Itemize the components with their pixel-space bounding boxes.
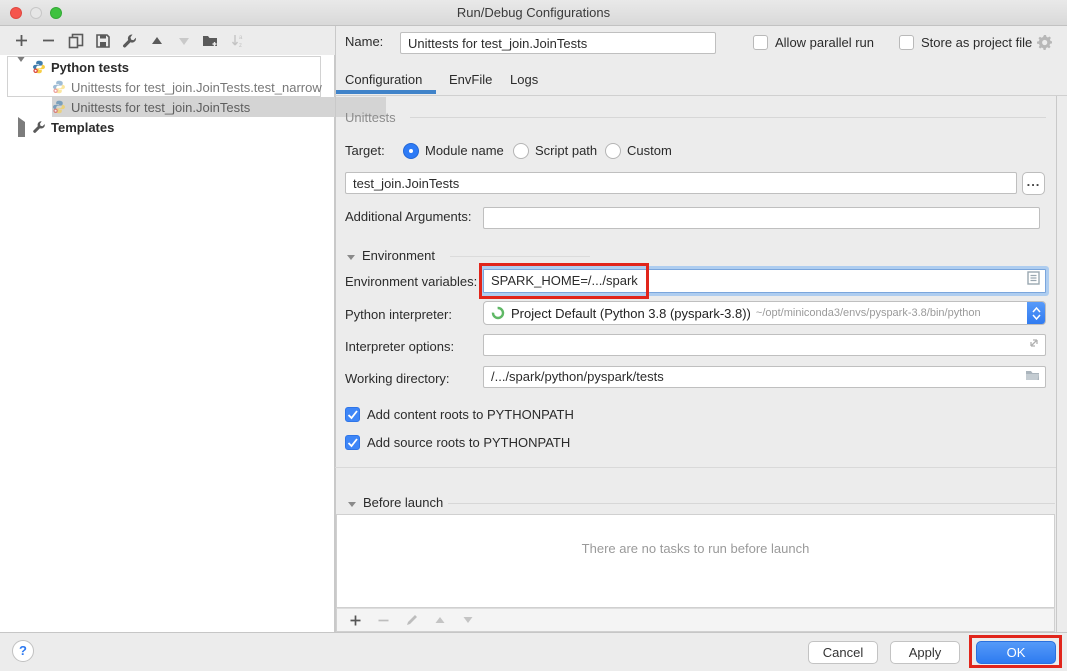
- interpreter-options-input[interactable]: [483, 334, 1046, 356]
- task-up-icon: [431, 612, 448, 629]
- configurations-tree: Python tests Unittests for test_join.Joi…: [0, 55, 335, 633]
- target-input[interactable]: [345, 172, 1017, 194]
- radio-custom[interactable]: [605, 143, 621, 159]
- collapse-arrow-icon[interactable]: [16, 62, 26, 72]
- radio-custom-label: Custom: [627, 141, 672, 161]
- save-configuration-icon[interactable]: [94, 32, 111, 49]
- environment-collapse-icon[interactable]: [346, 250, 356, 265]
- checkbox-checked-icon[interactable]: [345, 435, 360, 450]
- radio-module-name-label: Module name: [425, 141, 504, 161]
- svg-text:z: z: [239, 43, 242, 49]
- unittests-group-title: Unittests: [345, 108, 396, 128]
- add-task-icon[interactable]: [347, 612, 364, 629]
- checkbox-checked-icon[interactable]: [345, 407, 360, 422]
- before-launch-section-label: Before launch: [363, 493, 443, 513]
- working-directory-input[interactable]: /.../spark/python/pyspark/tests: [483, 366, 1046, 388]
- tree-node-label: Unittests for test_join.JoinTests: [71, 100, 250, 115]
- configurations-toolbar: az: [0, 26, 335, 55]
- browse-folder-icon[interactable]: [1025, 367, 1040, 387]
- cancel-button[interactable]: Cancel: [808, 641, 878, 664]
- before-launch-empty-message: There are no tasks to run before launch: [336, 541, 1055, 556]
- add-source-roots-checkbox[interactable]: Add source roots to PYTHONPATH: [345, 434, 570, 450]
- python-tests-icon: [32, 60, 46, 74]
- task-down-icon: [459, 612, 476, 629]
- tree-node-label: Unittests for test_join.JoinTests.test_n…: [71, 80, 322, 95]
- sort-configurations-icon: az: [229, 32, 246, 49]
- tree-node-templates[interactable]: Templates: [0, 117, 334, 137]
- environment-section-line: [450, 256, 590, 257]
- help-button[interactable]: ?: [12, 640, 34, 662]
- name-label: Name:: [345, 32, 383, 52]
- edit-task-icon: [403, 612, 420, 629]
- expand-arrow-icon[interactable]: [16, 122, 26, 132]
- move-down-icon: [175, 32, 192, 49]
- add-source-roots-label: Add source roots to PYTHONPATH: [367, 435, 570, 450]
- add-configuration-icon[interactable]: [13, 32, 30, 49]
- radio-script-path-label: Script path: [535, 141, 597, 161]
- templates-wrench-icon: [32, 120, 46, 134]
- group-separator: [335, 467, 1056, 468]
- tree-node-python-tests[interactable]: Python tests: [0, 57, 334, 77]
- remove-configuration-icon[interactable]: [40, 32, 57, 49]
- svg-text:a: a: [239, 35, 243, 41]
- store-as-project-file-checkbox[interactable]: Store as project file: [899, 34, 1032, 50]
- remove-task-icon: [375, 612, 392, 629]
- radio-script-path[interactable]: [513, 143, 529, 159]
- apply-button[interactable]: Apply: [890, 641, 960, 664]
- add-content-roots-label: Add content roots to PYTHONPATH: [367, 407, 574, 422]
- tab-configuration[interactable]: Configuration: [345, 68, 422, 92]
- checkbox-unchecked-icon[interactable]: [753, 35, 768, 50]
- ok-button[interactable]: OK: [976, 641, 1056, 664]
- footer-separator: [0, 632, 1067, 633]
- expand-field-icon[interactable]: [1028, 335, 1040, 355]
- edit-variables-icon[interactable]: [1027, 270, 1040, 292]
- tab-logs[interactable]: Logs: [510, 68, 538, 92]
- allow-parallel-run-checkbox[interactable]: Allow parallel run: [753, 34, 874, 50]
- new-folder-icon[interactable]: [202, 32, 219, 49]
- scroll-area-edge: [1056, 96, 1057, 632]
- window-title: Run/Debug Configurations: [0, 0, 1067, 26]
- edit-templates-icon[interactable]: [121, 32, 138, 49]
- interpreter-path: ~/opt/miniconda3/envs/pyspark-3.8/bin/py…: [756, 307, 981, 319]
- allow-parallel-run-label: Allow parallel run: [775, 35, 874, 50]
- title-bar: Run/Debug Configurations: [0, 0, 1067, 26]
- tab-envfile[interactable]: EnvFile: [449, 68, 492, 92]
- radio-module-name[interactable]: [403, 143, 419, 159]
- browse-target-button[interactable]: ...: [1022, 172, 1045, 195]
- working-directory-value: /.../spark/python/pyspark/tests: [491, 369, 664, 384]
- interpreter-name: Project Default (Python 3.8 (pyspark-3.8…: [511, 306, 751, 321]
- interpreter-options-label: Interpreter options:: [345, 337, 454, 357]
- python-test-icon: [52, 100, 66, 114]
- conda-environment-icon: [491, 306, 505, 320]
- environment-variables-input[interactable]: SPARK_HOME=/.../spark: [483, 269, 1046, 293]
- before-launch-line: [448, 503, 1055, 504]
- add-content-roots-checkbox[interactable]: Add content roots to PYTHONPATH: [345, 406, 574, 422]
- before-launch-toolbar: [336, 608, 1055, 632]
- target-label: Target:: [345, 141, 385, 161]
- copy-configuration-icon[interactable]: [67, 32, 84, 49]
- environment-section-label: Environment: [362, 246, 435, 266]
- checkbox-unchecked-icon[interactable]: [899, 35, 914, 50]
- tabs-separator: [335, 95, 1067, 96]
- store-as-project-file-label: Store as project file: [921, 35, 1032, 50]
- additional-arguments-label: Additional Arguments:: [345, 207, 471, 227]
- before-launch-collapse-icon[interactable]: [347, 497, 357, 512]
- working-directory-label: Working directory:: [345, 369, 450, 389]
- interpreter-dropdown-stepper-icon[interactable]: [1027, 301, 1046, 325]
- store-options-gear-icon[interactable]: [1036, 34, 1053, 54]
- python-test-icon: [52, 80, 66, 94]
- name-input[interactable]: [400, 32, 716, 54]
- active-tab-underline: [336, 90, 436, 94]
- unittests-group-line: [410, 117, 1046, 118]
- move-up-icon[interactable]: [148, 32, 165, 49]
- python-interpreter-label: Python interpreter:: [345, 305, 452, 325]
- environment-variables-label: Environment variables:: [345, 272, 477, 292]
- environment-variables-value: SPARK_HOME=/.../spark: [491, 273, 638, 288]
- tree-node-label: Templates: [51, 120, 114, 135]
- additional-arguments-input[interactable]: [483, 207, 1040, 229]
- before-launch-task-list[interactable]: [336, 514, 1055, 608]
- python-interpreter-select[interactable]: Project Default (Python 3.8 (pyspark-3.8…: [483, 301, 1046, 325]
- tree-node-label: Python tests: [51, 60, 129, 75]
